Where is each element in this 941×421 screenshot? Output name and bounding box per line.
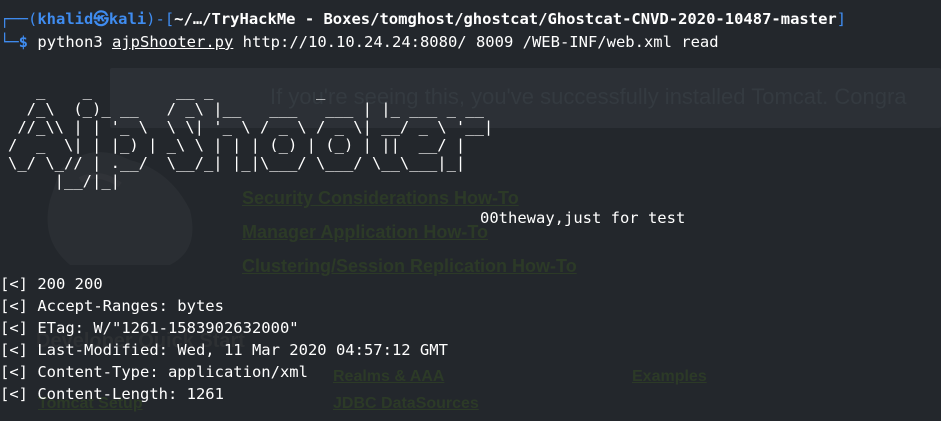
output-prefix: [<]: [0, 275, 28, 293]
output-line: [<] Last-Modified: Wed, 11 Mar 2020 04:5…: [0, 339, 448, 361]
prompt-dollar: $: [18, 33, 29, 51]
background-link-jdbc: JDBC DataSources: [333, 395, 479, 412]
background-link-examples: Examples: [632, 368, 707, 385]
output-prefix: [<]: [0, 319, 28, 337]
output-line: [<] Content-Length: 1261: [0, 383, 224, 405]
output-text: 200 200: [28, 275, 103, 293]
prompt-host: kali: [108, 10, 147, 28]
command-script: ajpShooter.py: [112, 33, 234, 51]
terminal-window[interactable]: If you're seeing this, you've successful…: [0, 0, 941, 421]
output-line: [<] Accept-Ranges: bytes: [0, 295, 224, 317]
prompt-mid: )-[: [146, 10, 175, 28]
prompt-at-symbol: ㉿: [93, 10, 109, 28]
prompt-line: ┌──(khalid㉿kali)-[~/…/TryHackMe - Boxes/…: [0, 8, 846, 30]
command-line[interactable]: └─$ python3 ajpShooter.py http://10.10.2…: [0, 31, 719, 53]
prompt-corner-top: ┌──(: [0, 10, 38, 28]
output-text: Accept-Ranges: bytes: [28, 297, 224, 315]
output-text: Content-Type: application/xml: [28, 363, 308, 381]
output-prefix: [<]: [0, 363, 28, 381]
output-line: [<] 200 200: [0, 273, 103, 295]
background-link-clustering: Clustering/Session Replication How-To: [242, 256, 577, 276]
prompt-path: ~/…/TryHackMe - Boxes/tomghost/ghostcat/…: [174, 10, 837, 28]
command-args: http://10.10.24.24:8080/ 8009 /WEB-INF/w…: [233, 33, 719, 51]
output-text: Last-Modified: Wed, 11 Mar 2020 04:57:12…: [28, 341, 448, 359]
prompt-corner-bottom: └─: [0, 33, 19, 51]
output-line: [<] Content-Type: application/xml: [0, 361, 308, 383]
output-prefix: [<]: [0, 297, 28, 315]
command-spacer: [28, 33, 37, 51]
ajpshooter-ascii-banner: _ _ __ _ _ /_\ (_)_ __ / _\ |__ ___ ___ …: [8, 82, 494, 190]
output-prefix: [<]: [0, 341, 28, 359]
banner-tagline: 00theway,just for test: [480, 209, 686, 227]
prompt-user: khalid: [37, 10, 94, 28]
background-link-realms: Realms & AAA: [333, 368, 445, 385]
prompt-end: ]: [836, 10, 847, 28]
output-text: ETag: W/"1261-1583902632000": [28, 319, 299, 337]
background-link-manager: Manager Application How-To: [242, 222, 488, 242]
output-text: Content-Length: 1261: [28, 385, 224, 403]
background-link-security: Security Considerations How-To: [242, 188, 519, 208]
output-prefix: [<]: [0, 385, 28, 403]
output-line: [<] ETag: W/"1261-1583902632000": [0, 317, 299, 339]
command-program: python3: [37, 33, 113, 51]
